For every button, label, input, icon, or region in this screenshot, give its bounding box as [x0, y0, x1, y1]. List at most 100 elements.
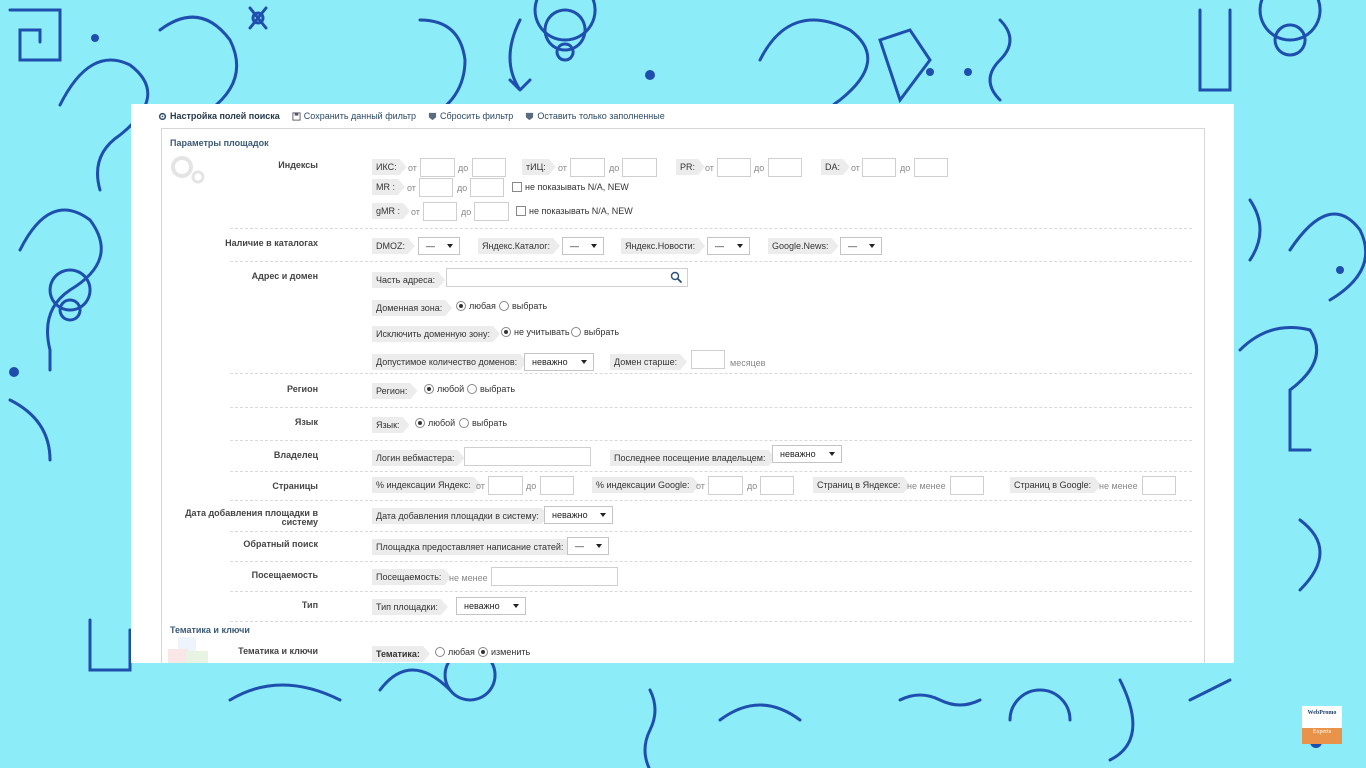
hide-na-label: не показывать N/A, NEW — [529, 206, 633, 216]
traffic-tag: Посещаемость: — [372, 569, 451, 585]
articles-select[interactable]: — — [567, 537, 609, 555]
radio-label: любой — [428, 418, 456, 428]
yandex-index-to-input[interactable] — [540, 476, 574, 495]
mr-from-input[interactable] — [419, 178, 453, 197]
da-tag: DA: — [821, 159, 850, 175]
from-label: от — [705, 163, 714, 173]
da-from-input[interactable] — [862, 158, 896, 177]
row-indexes: Индексы ИКС: от до тИЦ: от до PR: от до … — [230, 153, 1192, 229]
yandex-pages-input[interactable] — [950, 476, 984, 495]
pr-to-input[interactable] — [768, 158, 802, 177]
reset-filter-button[interactable]: Сбросить фильтр — [428, 111, 513, 121]
google-index-tag: % индексации Google: — [592, 477, 700, 493]
topic-change-radio[interactable] — [478, 647, 488, 657]
radio-label: изменить — [491, 647, 531, 657]
logo-line1: WebPromo — [1302, 706, 1342, 728]
gmr-from-input[interactable] — [423, 202, 457, 221]
language-tag: Язык: — [372, 417, 410, 433]
pr-from-input[interactable] — [717, 158, 751, 177]
iks-from-input[interactable] — [420, 158, 455, 177]
domain-older-input[interactable] — [691, 350, 725, 369]
yandex-news-tag: Яндекс.Новости: — [621, 238, 705, 254]
radio-label: любая — [469, 301, 496, 311]
exclude-choose-radio[interactable] — [571, 327, 581, 337]
save-filter-button[interactable]: Сохранить данный фильтр — [292, 111, 416, 121]
traffic-input[interactable] — [491, 567, 618, 586]
gmr-hide-na-checkbox[interactable] — [516, 206, 526, 216]
pr-tag: PR: — [676, 159, 705, 175]
site-type-select[interactable]: неважно — [456, 597, 526, 615]
toolbar-label: Сбросить фильтр — [440, 111, 514, 121]
toolbar-label: Настройка полей поиска — [170, 111, 280, 121]
language-any-radio[interactable] — [415, 418, 425, 428]
yandex-catalog-tag: Яндекс.Каталог: — [478, 238, 560, 254]
tic-to-input[interactable] — [622, 158, 657, 177]
section-title-topics: Тематика и ключи — [170, 625, 250, 635]
gmr-tag: gMR : — [372, 203, 410, 219]
min-label: не менее — [1099, 481, 1138, 491]
shield-icon — [526, 112, 534, 120]
language-choose-radio[interactable] — [459, 418, 469, 428]
iks-to-input[interactable] — [472, 158, 506, 177]
filter-form: Параметры площадок Индексы ИКС: от до тИ… — [161, 128, 1205, 663]
months-label: месяцев — [730, 358, 766, 368]
region-any-radio[interactable] — [424, 384, 434, 394]
to-label: до — [609, 163, 620, 173]
row-catalogs: Наличие в каталогах DMOZ: — Яндекс.Катал… — [225, 229, 1192, 262]
address-part-tag: Часть адреса: — [372, 272, 445, 288]
yandex-index-from-input[interactable] — [488, 476, 523, 495]
domains-count-tag: Допустимое количество доменов: — [372, 354, 527, 370]
last-visit-select[interactable]: неважно — [772, 445, 842, 463]
row-label: Обратный поиск — [243, 539, 318, 549]
min-label: не менее — [449, 573, 488, 583]
da-to-input[interactable] — [914, 158, 948, 177]
topic-any-radio[interactable] — [435, 647, 445, 657]
exclude-zone-tag: Исключить доменную зону: — [372, 326, 500, 342]
yandex-news-select[interactable]: — — [707, 237, 750, 255]
to-label: до — [754, 163, 765, 173]
google-news-select[interactable]: — — [840, 237, 882, 255]
yandex-catalog-select[interactable]: — — [562, 237, 604, 255]
google-index-from-input[interactable] — [708, 476, 743, 495]
dmoz-select[interactable]: — — [418, 237, 460, 255]
domain-older-tag: Домен старше: — [610, 354, 687, 370]
google-pages-input[interactable] — [1142, 476, 1176, 495]
mr-tag: MR : — [372, 179, 405, 195]
from-label: от — [558, 163, 567, 173]
google-index-to-input[interactable] — [760, 476, 794, 495]
radio-label: выбрать — [512, 301, 548, 311]
save-icon — [292, 111, 301, 121]
mr-to-input[interactable] — [470, 178, 504, 197]
row-traffic: Посещаемость Посещаемость: не менее — [230, 562, 1192, 592]
date-added-select[interactable]: неважно — [544, 506, 613, 524]
row-label: Дата добавления площадки в систему — [185, 508, 318, 527]
radio-label: любая — [448, 647, 475, 657]
keep-filled-button[interactable]: Оставить только заполненные — [525, 111, 665, 121]
webpromo-experts-logo: WebPromo Experts — [1302, 706, 1342, 744]
google-pages-tag: Страниц в Google: — [1010, 477, 1101, 493]
to-label: до — [458, 163, 469, 173]
iks-tag: ИКС: — [372, 159, 407, 175]
address-part-input[interactable] — [446, 268, 688, 287]
zone-any-radio[interactable] — [456, 301, 466, 311]
to-label: до — [747, 481, 758, 491]
row-label: Адрес и домен — [251, 271, 318, 281]
radio-label: выбрать — [480, 384, 516, 394]
exclude-ignore-radio[interactable] — [501, 327, 511, 337]
tic-from-input[interactable] — [570, 158, 605, 177]
domains-count-select[interactable]: неважно — [524, 353, 594, 371]
webmaster-login-input[interactable] — [464, 447, 591, 466]
region-choose-radio[interactable] — [467, 384, 477, 394]
radio-label: выбрать — [584, 327, 620, 337]
row-label: Наличие в каталогах — [225, 238, 318, 248]
zone-choose-radio[interactable] — [499, 301, 509, 311]
region-tag: Регион: — [372, 383, 417, 399]
row-label: Тип — [301, 600, 318, 610]
mr-hide-na-checkbox[interactable] — [512, 182, 522, 192]
search-fields-settings-button[interactable]: Настройка полей поиска — [158, 111, 280, 121]
min-label: не менее — [907, 481, 946, 491]
webmaster-login-tag: Логин вебмастера: — [372, 450, 464, 466]
search-icon[interactable] — [670, 271, 683, 284]
gmr-to-input[interactable] — [474, 202, 509, 221]
toolbar-label: Оставить только заполненные — [537, 111, 665, 121]
